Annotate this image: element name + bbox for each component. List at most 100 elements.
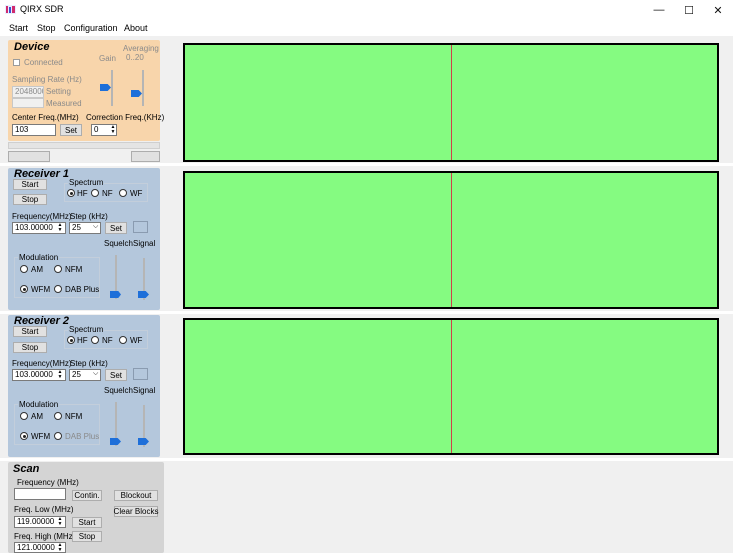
receiver-2-panel: Receiver 2 Start Stop Spectrum HF NF WF … <box>8 315 160 457</box>
receiver-2-mod-dab-radio[interactable] <box>54 432 62 440</box>
receiver-1-stop-button[interactable]: Stop <box>13 194 47 205</box>
scan-contin-button[interactable]: Contin. <box>72 490 102 501</box>
receiver-2-frequency-stepper[interactable]: ▲ ▼ <box>56 370 64 380</box>
scan-frequency-label: Frequency (MHz) <box>17 478 79 487</box>
measured-rate-field <box>12 98 44 108</box>
scan-clear-blocks-button[interactable]: Clear Blocks <box>114 506 158 517</box>
receiver-1-spectrum-hf-radio[interactable] <box>67 189 75 197</box>
device-title: Device <box>14 41 50 53</box>
menu-configuration[interactable]: Configuration <box>64 23 118 33</box>
receiver-1-set-button[interactable]: Set <box>105 222 127 234</box>
device-progress-bar <box>8 142 160 149</box>
receiver-1-squelch-slider-thumb[interactable] <box>110 291 121 298</box>
receiver-2-stop-button[interactable]: Stop <box>13 342 47 353</box>
receiver-1-mod-nfm-label: NFM <box>65 265 83 274</box>
receiver-2-mod-am-radio[interactable] <box>20 412 28 420</box>
receiver-1-mod-dab-label: DAB Plus <box>65 285 100 294</box>
sampling-rate-field[interactable]: 2048000 <box>12 86 44 98</box>
receiver-2-set-button[interactable]: Set <box>105 369 127 381</box>
receiver-2-signal-slider-thumb <box>138 438 149 445</box>
receiver-2-signal-label: Signal <box>133 386 156 395</box>
correction-freq-label: Correction Freq.(KHz) <box>86 113 165 122</box>
window-title: QIRX SDR <box>20 4 64 14</box>
receiver-1-spectrum-hf-label: HF <box>77 189 88 198</box>
gain-slider-track[interactable] <box>111 70 113 106</box>
receiver-1-panel: Receiver 1 Start Stop Spectrum HF NF WF … <box>8 168 160 310</box>
receiver-2-mod-nfm-radio[interactable] <box>54 412 62 420</box>
receiver-1-mod-nfm-radio[interactable] <box>54 265 62 273</box>
scan-freq-high-stepper[interactable]: ▲ ▼ <box>56 543 64 553</box>
receiver-2-step-chevron-down-icon: ⌵ <box>93 370 99 377</box>
receiver-1-spectrum-wf-label: WF <box>130 189 143 198</box>
center-freq-input[interactable]: 103 <box>12 124 56 136</box>
center-freq-set-button[interactable]: Set <box>60 124 82 136</box>
receiver-2-modulation-label: Modulation <box>18 400 60 409</box>
receiver-2-spectrum-nf-label: NF <box>102 336 113 345</box>
device-center-marker <box>451 45 452 160</box>
gain-slider-thumb[interactable] <box>100 84 111 91</box>
receiver-1-start-button[interactable]: Start <box>13 179 47 190</box>
scan-start-button[interactable]: Start <box>72 517 102 528</box>
receiver-2-mod-wfm-radio[interactable] <box>20 432 28 440</box>
receiver-2-spectrum-label: Spectrum <box>68 325 105 334</box>
receiver-1-modulation-label: Modulation <box>18 253 60 262</box>
menu-start[interactable]: Start <box>9 23 28 33</box>
receiver-1-center-marker <box>451 173 452 307</box>
averaging-slider-thumb[interactable] <box>131 90 142 97</box>
receiver-2-indicator <box>133 368 148 380</box>
row-separator <box>0 458 733 461</box>
receiver-2-spectrum-hf-label: HF <box>77 336 88 345</box>
receiver-1-spectrum-nf-radio[interactable] <box>91 189 99 197</box>
averaging-range: 0..20 <box>126 53 144 62</box>
receiver-1-signal-slider-thumb <box>138 291 149 298</box>
menu-stop[interactable]: Stop <box>37 23 56 33</box>
device-panel: Device Averaging 0..20 Gain Connected Sa… <box>8 40 164 141</box>
correction-freq-stepper[interactable]: ▲ ▼ <box>109 125 117 135</box>
scan-title: Scan <box>13 463 40 475</box>
connected-label: Connected <box>24 58 63 67</box>
device-right-button[interactable] <box>131 151 160 162</box>
receiver-1-frequency-label: Frequency(MHz) <box>12 212 72 221</box>
receiver-1-mod-wfm-radio[interactable] <box>20 285 28 293</box>
scan-freq-low-label: Freq. Low (MHz) <box>14 505 74 514</box>
menu-bar: Start Stop Configuration About <box>0 20 733 36</box>
averaging-slider-track[interactable] <box>142 70 144 106</box>
scan-panel: Scan Frequency (MHz) Contin. Blockout Cl… <box>8 462 164 553</box>
receiver-2-squelch-slider-thumb[interactable] <box>110 438 121 445</box>
receiver-1-squelch-label: Squelch <box>104 239 133 248</box>
scan-blockout-button[interactable]: Blockout <box>114 490 158 501</box>
scan-frequency-input[interactable] <box>14 488 66 500</box>
receiver-1-step-chevron-down-icon: ⌵ <box>93 223 99 230</box>
receiver-2-spectrum-hf-radio[interactable] <box>67 336 75 344</box>
device-left-button[interactable] <box>8 151 50 162</box>
menu-about[interactable]: About <box>124 23 148 33</box>
measured-label: Measured <box>46 99 82 108</box>
receiver-1-mod-wfm-label: WFM <box>31 285 51 294</box>
receiver-2-mod-wfm-label: WFM <box>31 432 51 441</box>
receiver-1-mod-am-radio[interactable] <box>20 265 28 273</box>
connected-checkbox[interactable] <box>13 59 20 66</box>
receiver-2-mod-am-label: AM <box>31 412 43 421</box>
receiver-2-spectrum-nf-radio[interactable] <box>91 336 99 344</box>
receiver-1-signal-label: Signal <box>133 239 156 248</box>
title-bar: QIRX SDR — ☐ ✕ <box>0 0 733 20</box>
receiver-2-start-button[interactable]: Start <box>13 326 47 337</box>
scan-freq-high-label: Freq. High (MHz) <box>14 532 76 541</box>
receiver-1-mod-dab-radio[interactable] <box>54 285 62 293</box>
maximize-button[interactable]: ☐ <box>674 0 704 20</box>
sampling-rate-label: Sampling Rate (Hz) <box>12 75 82 84</box>
receiver-1-spectrum-nf-label: NF <box>102 189 113 198</box>
center-freq-label: Center Freq.(MHz) <box>12 113 79 122</box>
scan-stop-button[interactable]: Stop <box>72 531 102 542</box>
receiver-1-frequency-stepper[interactable]: ▲ ▼ <box>56 223 64 233</box>
close-button[interactable]: ✕ <box>703 0 733 20</box>
minimize-button[interactable]: — <box>644 0 674 20</box>
receiver-1-spectrum-wf-radio[interactable] <box>119 189 127 197</box>
receiver-1-indicator <box>133 221 148 233</box>
receiver-2-squelch-label: Squelch <box>104 386 133 395</box>
receiver-2-mod-dab-label: DAB Plus <box>65 432 100 441</box>
receiver-2-frequency-label: Frequency(MHz) <box>12 359 72 368</box>
setting-label: Setting <box>46 87 71 96</box>
scan-freq-low-stepper[interactable]: ▲ ▼ <box>56 517 64 527</box>
receiver-2-spectrum-wf-radio[interactable] <box>119 336 127 344</box>
